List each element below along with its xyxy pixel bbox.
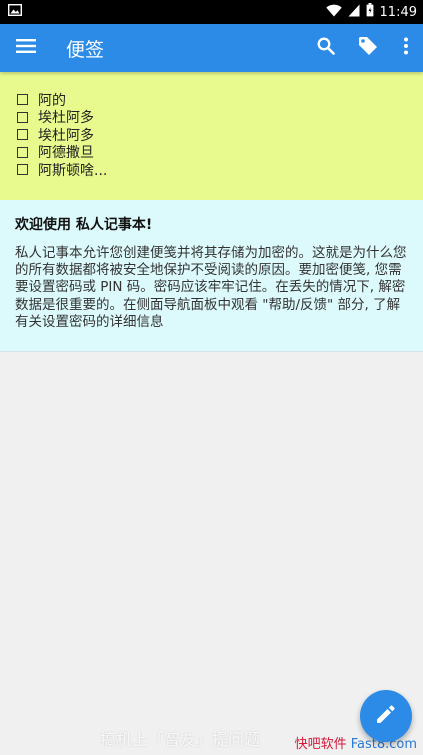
- battery-icon: [366, 3, 374, 21]
- search-icon: [317, 37, 335, 59]
- tag-button[interactable]: [347, 24, 389, 72]
- image-notification-icon: [7, 3, 23, 20]
- new-note-button[interactable]: [360, 690, 412, 742]
- checkbox-icon: [17, 111, 28, 123]
- more-options-button[interactable]: [389, 24, 423, 72]
- note-card-welcome[interactable]: 欢迎使用 私人记事本! 私人记事本允许您创建便笺并将其存储为加密的。这就是为什么…: [0, 200, 423, 352]
- checklist-item-label: 阿斯顿啥...: [38, 162, 108, 179]
- checklist-item: 阿斯顿啥...: [17, 161, 407, 179]
- checklist-item: 埃杜阿多: [17, 109, 407, 126]
- wifi-icon: [325, 4, 342, 21]
- pencil-icon: [375, 703, 397, 729]
- checkbox-icon: [17, 164, 28, 176]
- ticker-text: 搞机上「智友」提问题: [100, 730, 261, 749]
- watermark-part1: 快吧软件: [294, 737, 347, 752]
- page-title: 便签: [66, 38, 105, 61]
- app-bar: 便签: [0, 24, 423, 72]
- note-body: 私人记事本允许您创建便笺并将其存储为加密的。这就是为什么您的所有数据都将被安全地…: [15, 245, 407, 330]
- tag-icon: [358, 36, 378, 60]
- checkbox-icon: [17, 146, 28, 158]
- checklist-item: 阿的: [17, 91, 407, 109]
- note-title: 欢迎使用 私人记事本!: [15, 217, 153, 233]
- status-bar: 11:49: [0, 0, 423, 24]
- more-vert-icon: [403, 37, 409, 59]
- menu-button[interactable]: [2, 24, 50, 72]
- checkbox-icon: [17, 129, 28, 141]
- note-card-checklist[interactable]: 阿的 埃杜阿多 埃杜阿多 阿德撒旦 阿斯顿啥...: [0, 72, 423, 200]
- menu-icon: [16, 38, 36, 58]
- checklist-item: 阿德撒旦: [17, 144, 407, 161]
- search-button[interactable]: [305, 24, 347, 72]
- checkbox-icon: [17, 94, 28, 106]
- signal-icon: [348, 4, 360, 21]
- checklist-item: 埃杜阿多: [17, 126, 407, 144]
- status-time: 11:49: [379, 4, 417, 20]
